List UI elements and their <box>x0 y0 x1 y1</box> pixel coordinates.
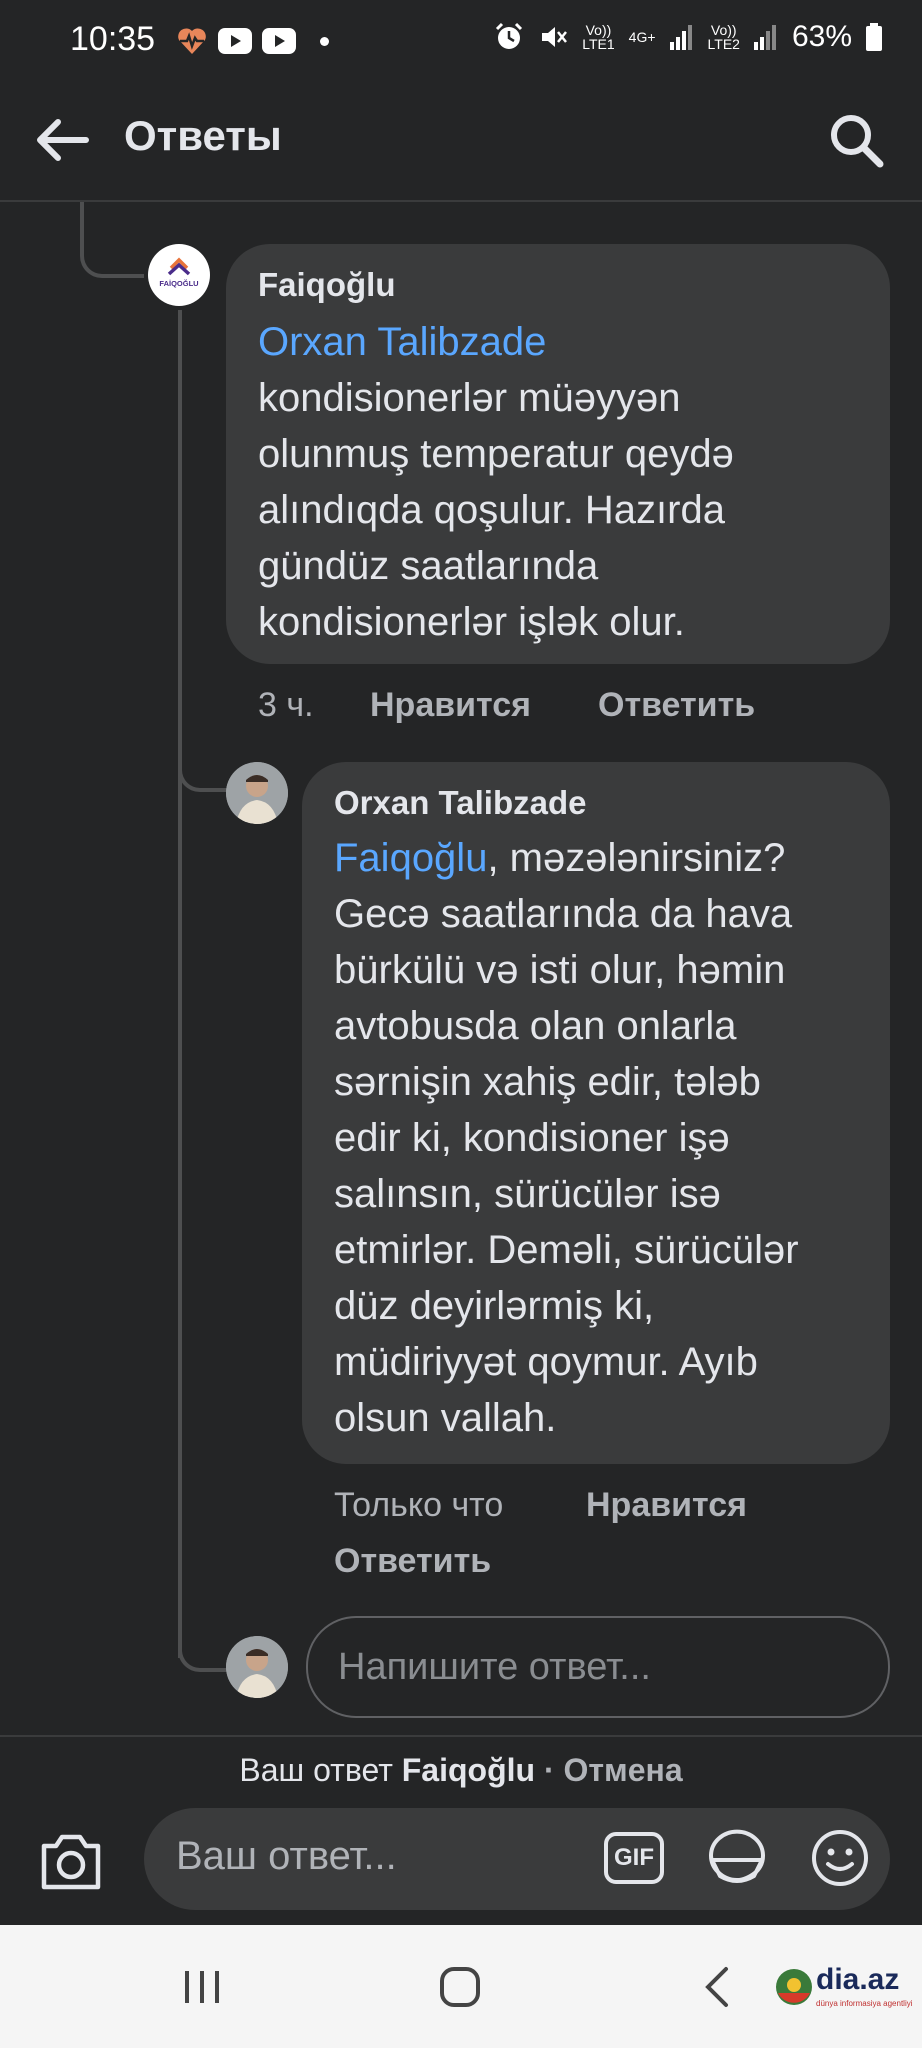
faiqoglu-logo-icon: FAİQOĞLU <box>159 257 199 288</box>
thread-line <box>178 740 228 792</box>
battery-icon <box>866 23 882 51</box>
svg-text:FAİQOĞLU: FAİQOĞLU <box>159 279 198 288</box>
signal-icon <box>753 25 776 50</box>
recent-apps-icon[interactable] <box>182 1967 222 2007</box>
signal-icon <box>669 25 692 50</box>
watermark-tagline: dünya informasiya agentliyi <box>816 1999 913 2008</box>
system-nav-bar: dia.az dünya informasiya agentliyi <box>0 1925 922 2048</box>
write-reply-input[interactable]: Напишите ответ... <box>306 1616 890 1718</box>
comment-timestamp: 3 ч. <box>258 686 314 724</box>
mention-link[interactable]: Orxan Talibzade <box>258 314 546 370</box>
search-icon[interactable] <box>824 108 888 172</box>
like-button[interactable]: Нравится <box>586 1486 747 1525</box>
thread-line <box>80 202 144 278</box>
user-photo-icon <box>226 1636 288 1698</box>
comment-text: kondisionerlər müəyyən olunmuş temperatu… <box>258 376 734 644</box>
mention-link[interactable]: Faiqoğlu <box>334 836 487 880</box>
comment-author[interactable]: Faiqoğlu <box>258 266 395 304</box>
comment-input-placeholder: Ваш ответ... <box>176 1834 397 1878</box>
alarm-icon <box>496 22 523 49</box>
comment-author[interactable]: Orxan Talibzade <box>334 784 586 822</box>
more-notifications-dot-icon <box>320 36 329 46</box>
status-indicators: Vo)) LTE1 4G+ Vo)) LTE2 63% <box>494 20 882 54</box>
page-title: Ответы <box>124 112 282 159</box>
watermark: dia.az dünya informasiya agentliyi <box>770 1963 920 2023</box>
status-bar: 10:35 Vo)) LTE1 4G+ Vo)) LTE2 63% <box>0 0 922 80</box>
mute-icon <box>542 27 568 47</box>
gif-icon[interactable]: GIF <box>604 1832 664 1884</box>
back-icon[interactable] <box>700 1965 734 2009</box>
avatar[interactable]: FAİQOĞLU <box>148 244 210 306</box>
comment-first-line: Faiqoğlu, məzələnirsiniz? <box>334 836 786 880</box>
reply-target-name: Faiqoğlu <box>401 1752 536 1788</box>
like-button[interactable]: Нравится <box>370 686 531 725</box>
home-icon[interactable] <box>438 1965 482 2009</box>
emoji-icon[interactable] <box>810 1828 870 1888</box>
network-type: 4G+ <box>628 29 656 45</box>
arrow-left-icon[interactable] <box>30 108 94 172</box>
comment-timestamp: Только что <box>334 1486 504 1524</box>
youtube-icon <box>218 28 252 54</box>
reply-button[interactable]: Ответить <box>598 686 755 725</box>
write-reply-placeholder: Напишите ответ... <box>338 1645 651 1688</box>
sim1-indicator: Vo)) LTE1 <box>582 22 615 52</box>
app-header: Ответы <box>0 80 922 202</box>
watermark-brand: dia.az <box>816 1963 900 1996</box>
youtube-icon <box>262 28 296 54</box>
heart-pulse-icon <box>178 28 206 54</box>
dia-logo-icon <box>776 1969 812 2005</box>
comment-text: Gecə saatlarında da hava bürkülü və isti… <box>334 892 799 1440</box>
cancel-reply-button[interactable]: Отмена <box>563 1752 682 1788</box>
clock: 10:35 <box>70 20 156 58</box>
camera-icon[interactable] <box>38 1832 104 1892</box>
sim2-indicator: Vo)) LTE2 <box>707 22 740 52</box>
thread-line <box>178 310 182 1658</box>
avatar[interactable] <box>226 762 288 824</box>
notification-icons <box>176 26 329 56</box>
reply-button[interactable]: Ответить <box>334 1542 491 1581</box>
thread-line <box>178 1620 228 1672</box>
sticker-icon[interactable] <box>706 1826 768 1888</box>
user-photo-icon <box>226 762 288 824</box>
avatar <box>226 1636 288 1698</box>
battery-percent: 63% <box>791 20 852 53</box>
reply-target-info: Ваш ответ Faiqoğlu · Отмена <box>239 1752 683 1788</box>
